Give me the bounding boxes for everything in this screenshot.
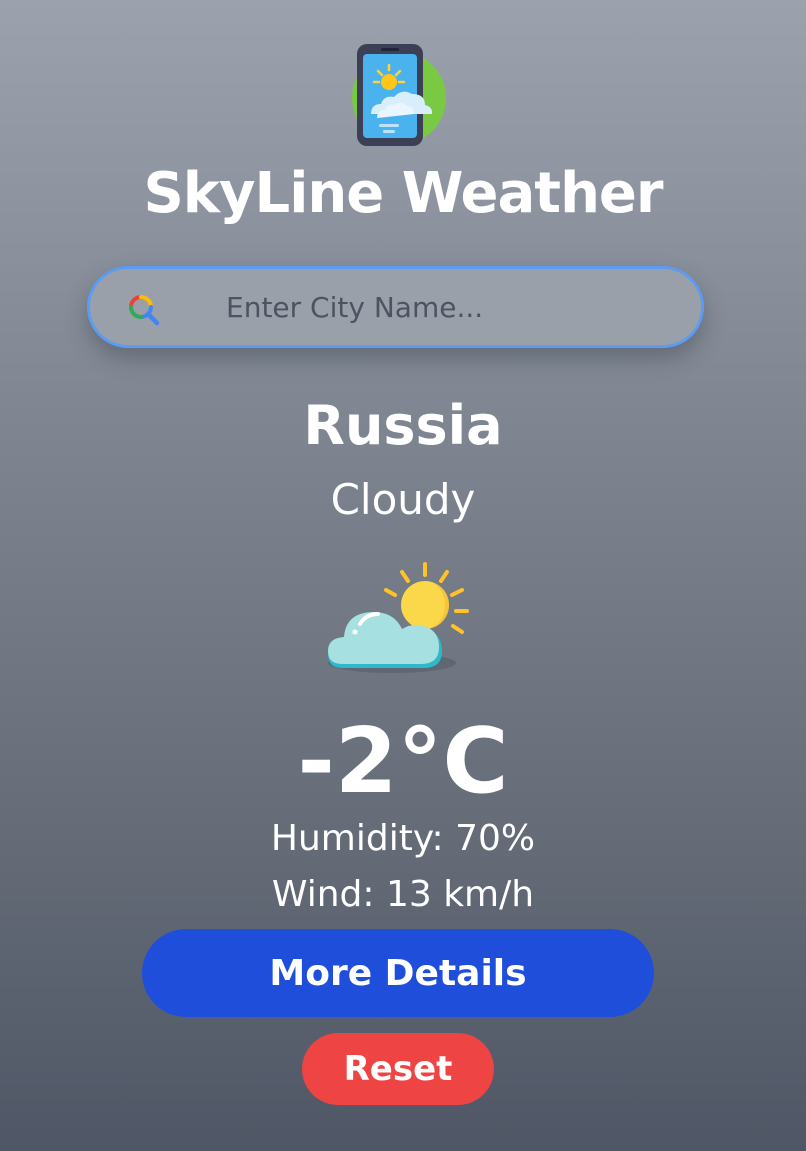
app-title: SkyLine Weather [143,161,663,226]
wind-text: Wind: 13 km/h [271,874,535,915]
temperature: -2°C [297,709,509,814]
search-icon[interactable] [126,292,162,328]
weather-condition: Cloudy [330,475,476,524]
city-name: Russia [303,394,503,457]
reset-button[interactable]: Reset [302,1033,494,1105]
weather-app: SkyLine Weather Russia Cloudy -2°C [0,0,806,1151]
phone-weather-logo-icon [352,44,446,146]
humidity-text: Humidity: 70% [270,818,536,859]
more-details-button[interactable]: More Details [142,929,654,1017]
search-bar[interactable] [87,266,704,348]
search-input[interactable] [226,279,676,335]
partly-cloudy-icon [328,562,469,673]
